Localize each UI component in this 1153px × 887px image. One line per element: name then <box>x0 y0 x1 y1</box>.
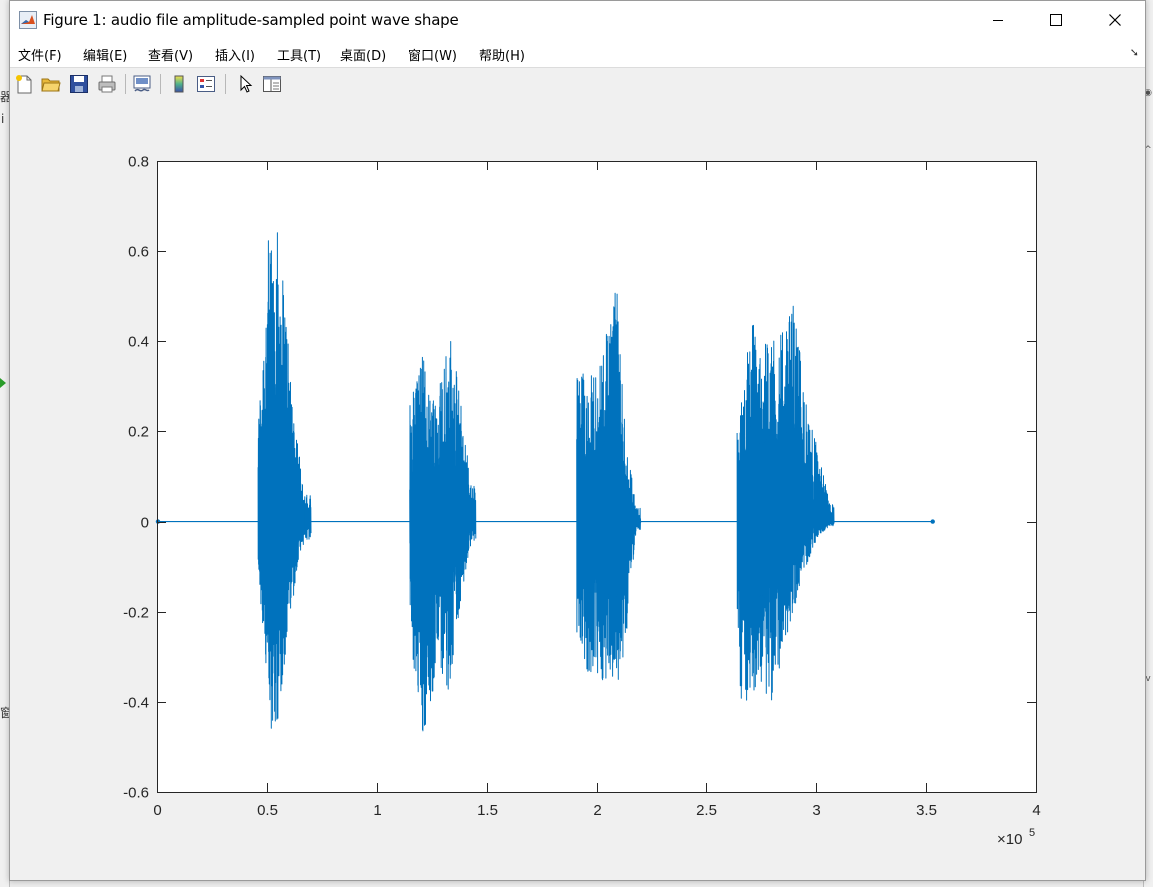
menu-file[interactable]: 文件(F) <box>18 45 62 64</box>
x-tick-label: 4 <box>1032 802 1040 819</box>
x-tick-label: 3.5 <box>916 802 937 819</box>
edit-plot-button[interactable] <box>234 73 256 95</box>
toolbar-separator <box>125 74 126 94</box>
signal-end-marker <box>930 519 935 524</box>
menu-desktop[interactable]: 桌面(D) <box>340 45 386 64</box>
y-tick-label: -0.2 <box>123 605 149 622</box>
figure-window: Figure 1: audio file amplitude-sampled p… <box>9 0 1146 881</box>
toolbar-separator <box>225 74 226 94</box>
menu-edit[interactable]: 编辑(E) <box>83 45 127 64</box>
save-button[interactable] <box>68 73 90 95</box>
close-button[interactable] <box>1086 1 1144 39</box>
y-tick-label: 0.4 <box>128 334 149 351</box>
current-line-arrow-icon <box>0 378 6 388</box>
open-file-icon <box>41 78 61 92</box>
property-inspector-icon <box>263 76 281 92</box>
menu-view[interactable]: 查看(V) <box>148 45 193 64</box>
y-tick-label: 0.2 <box>128 424 149 441</box>
figure-toolbar <box>10 67 1145 102</box>
new-figure-icon <box>16 75 32 94</box>
print-icon <box>98 75 116 93</box>
link-plot-button[interactable] <box>131 73 153 95</box>
save-icon <box>70 75 88 93</box>
new-figure-button[interactable] <box>13 73 35 95</box>
y-tick-label: -0.6 <box>123 785 149 802</box>
figure-canvas[interactable]: 0 0.5 1 1.5 2 2.5 3 3.5 4 -0.6 -0.4 -0.2 0 0.2 0.4 0.6 0… <box>10 101 1145 880</box>
y-tick-label: 0.6 <box>128 244 149 261</box>
link-plot-icon <box>133 75 151 92</box>
minimize-button[interactable] <box>969 1 1027 39</box>
x-tick-label: 1.5 <box>477 802 498 819</box>
x-tick-label: 1 <box>373 802 381 819</box>
y-tick-label: -0.4 <box>123 695 149 712</box>
x-axis-exponent-base: ×10 <box>997 831 1022 848</box>
window-title: Figure 1: audio file amplitude-sampled p… <box>43 11 459 29</box>
matlab-app-icon <box>19 11 37 29</box>
title-bar[interactable]: Figure 1: audio file amplitude-sampled p… <box>10 1 1145 39</box>
print-button[interactable] <box>96 73 118 95</box>
x-tick-label: 3 <box>812 802 820 819</box>
background-fragment: i <box>1 112 5 126</box>
close-icon <box>1109 14 1121 26</box>
open-file-button[interactable] <box>40 73 62 95</box>
legend-icon <box>197 76 215 92</box>
colorbar-icon <box>174 75 184 93</box>
y-tick-label: 0.8 <box>128 154 149 171</box>
edit-plot-pointer-icon <box>240 74 253 93</box>
menu-insert[interactable]: 插入(I) <box>215 45 255 64</box>
dock-arrow-icon[interactable]: ➘ <box>1130 46 1139 59</box>
insert-legend-button[interactable] <box>195 73 217 95</box>
menu-window[interactable]: 窗口(W) <box>408 45 457 64</box>
maximize-icon <box>1050 14 1062 26</box>
menu-bar: 文件(F) 编辑(E) 查看(V) 插入(I) 工具(T) 桌面(D) 窗口(W… <box>10 39 1145 67</box>
property-inspector-button[interactable] <box>261 73 283 95</box>
menu-help[interactable]: 帮助(H) <box>479 45 525 64</box>
x-tick-label: 0.5 <box>257 802 278 819</box>
x-axis-exponent-power: 5 <box>1029 827 1035 839</box>
menu-tools[interactable]: 工具(T) <box>277 45 321 64</box>
x-tick-label: 0 <box>153 802 161 819</box>
y-tick-label: 0 <box>141 515 149 532</box>
toolbar-separator <box>160 74 161 94</box>
minimize-icon <box>993 20 1003 21</box>
x-tick-label: 2.5 <box>696 802 717 819</box>
insert-colorbar-button[interactable] <box>168 73 190 95</box>
maximize-button[interactable] <box>1027 1 1085 39</box>
x-tick-label: 2 <box>593 802 601 819</box>
plot-figure: 0 0.5 1 1.5 2 2.5 3 3.5 4 -0.6 -0.4 -0.2 0 0.2 0.4 0.6 0… <box>123 154 1041 849</box>
